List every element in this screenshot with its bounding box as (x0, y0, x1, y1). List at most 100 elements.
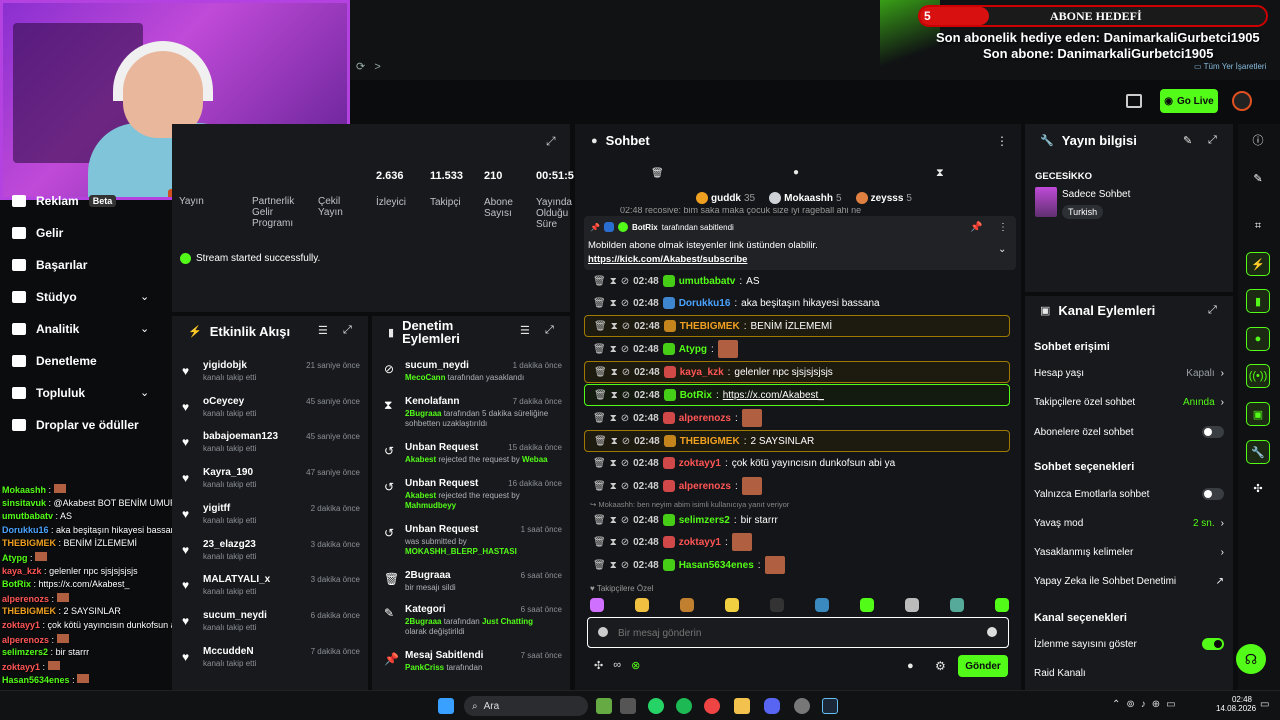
message-user[interactable]: selimzers2 (679, 515, 730, 526)
moderation-user[interactable]: Webaa (522, 455, 548, 464)
setting-row[interactable]: Raid Kanalı (1034, 668, 1224, 679)
message-link[interactable]: https://x.com/Akabest_ (723, 390, 824, 401)
windows-start-icon[interactable] (438, 698, 454, 714)
chevron-down-icon[interactable]: ⌄ (140, 386, 149, 399)
external-link-icon[interactable]: ↗ (1216, 576, 1224, 587)
emote-icon[interactable] (590, 598, 604, 612)
message-user[interactable]: alperenozs (679, 481, 731, 492)
trash-icon[interactable]: 🗑 (594, 436, 607, 447)
activity-item[interactable]: ♥ yigitff kanalı takip etti 2 dakika önce (180, 503, 366, 537)
top-gifter[interactable]: Mokaashh 5 (769, 192, 842, 204)
toggle-switch[interactable] (1202, 638, 1224, 650)
trash-icon[interactable]: 🗑 (594, 390, 607, 401)
ban-icon[interactable]: ⊘ (622, 390, 630, 401)
setting-control[interactable] (1202, 488, 1224, 500)
chat-message[interactable]: 🗑 ⧗ ⊘ 02:48 Dorukku16: aka beşitaşın hikayesi… (584, 292, 1010, 314)
moderation-user[interactable]: Akabest (405, 491, 436, 500)
sidebar-item-gelir[interactable]: Gelir (12, 222, 63, 244)
chat-bubble-icon[interactable]: ● (1246, 327, 1270, 351)
hourglass-icon[interactable]: ⧗ (610, 276, 617, 287)
toggle-switch[interactable] (1202, 488, 1224, 500)
trash-icon[interactable]: 🗑 (594, 321, 607, 332)
filter-icon[interactable]: ☰ (318, 324, 328, 337)
chat-message[interactable]: 🗑 ⧗ ⊘ 02:48 Atypg: (584, 338, 1010, 360)
discord-icon[interactable] (764, 698, 780, 714)
hourglass-icon[interactable]: ⧗ (611, 436, 618, 447)
chat-message[interactable]: 🗑 ⧗ ⊘ 02:48 zoktayy1: çok kötü yayıncısın dun… (584, 452, 1010, 474)
setting-row[interactable]: Hesap yaşı Kapalı › (1034, 368, 1224, 379)
ban-icon[interactable]: ⊘ (621, 560, 629, 571)
hourglass-icon[interactable]: ⧗ (610, 344, 617, 355)
emote-icon[interactable] (680, 598, 694, 612)
activity-item[interactable]: ♥ Kayra_190 kanalı takip etti 47 saniye önc… (180, 467, 366, 501)
wrench-icon[interactable]: 🔧 (1246, 440, 1270, 464)
ban-icon[interactable]: ⊘ (621, 515, 629, 526)
sidebar-item-denetleme[interactable]: Denetleme (12, 350, 97, 372)
setting-control[interactable]: Kapalı › (1186, 368, 1224, 379)
app-icon[interactable] (794, 698, 810, 714)
chevron-down-icon[interactable]: ⌄ (140, 290, 149, 303)
unpin-icon[interactable]: 📌 (970, 222, 982, 233)
go-live-button[interactable]: ◉ Go Live (1160, 89, 1218, 113)
moderation-user[interactable]: 2Bugraaa (405, 617, 441, 626)
widget-icon[interactable] (596, 698, 612, 714)
hourglass-icon[interactable]: ⧗ (611, 390, 618, 401)
emote-icon[interactable] (815, 598, 829, 612)
browser-nav-icons[interactable]: ⟳ > (356, 60, 381, 73)
emote-icon[interactable] (860, 598, 874, 612)
setting-control[interactable]: Anında › (1183, 397, 1224, 408)
emoji-icon[interactable] (987, 627, 997, 637)
moderation-user[interactable]: 2Bugraaa (405, 409, 441, 418)
expand-icon[interactable]: ⤢ (343, 324, 352, 337)
activity-item[interactable]: ♥ babajoeman123 kanalı takip etti 45 saniye… (180, 431, 366, 465)
send-button[interactable]: Gönder (958, 655, 1008, 677)
clip-icon[interactable] (1126, 94, 1142, 108)
hourglass-icon[interactable]: ⧗ (610, 458, 617, 469)
crop-icon[interactable]: ⌗ (1246, 214, 1270, 238)
chat-message[interactable]: 🗑 ⧗ ⊘ 02:48 kaya_kzk: gelenler npc sjsjsjsjsj… (584, 361, 1010, 383)
message-user[interactable]: alperenozs (679, 413, 731, 424)
top-gifter[interactable]: zeysss 5 (855, 192, 912, 204)
taskview-icon[interactable] (620, 698, 636, 714)
folder-icon[interactable] (734, 698, 750, 714)
link-icon[interactable]: ∞ (613, 659, 621, 672)
emote-icon[interactable] (995, 598, 1009, 612)
message-user[interactable]: BotRix (680, 390, 712, 401)
chat-message[interactable]: 🗑 ⧗ ⊘ 02:48 umutbabatv: AS (584, 270, 1010, 292)
trash-icon[interactable]: 🗑 (594, 367, 607, 378)
setting-row[interactable]: Takipçilere özel sohbet Anında › (1034, 397, 1224, 408)
toggle-switch[interactable] (1202, 426, 1224, 438)
setting-row[interactable]: Yasaklanmış kelimeler › (1034, 547, 1224, 558)
expand-icon[interactable]: ⤢ (546, 134, 556, 149)
sidebar-item-analitik[interactable]: Analitik (12, 318, 79, 340)
chat-message[interactable]: 🗑 ⧗ ⊘ 02:48 THEBIGMEK: BENİM İZLEMEMİ (584, 315, 1010, 337)
setting-control[interactable] (1202, 638, 1224, 650)
hourglass-icon[interactable]: ⧗ (611, 321, 618, 332)
activity-item[interactable]: ♥ MALATYALI_x kanalı takip etti 3 dakika ön… (180, 574, 366, 608)
chevron-down-icon[interactable]: ⌄ (998, 244, 1006, 255)
spotify-icon[interactable] (676, 698, 692, 714)
chevron-right-icon[interactable]: › (1221, 397, 1224, 408)
hourglass-icon[interactable]: ⧗ (611, 367, 618, 378)
message-user[interactable]: umutbabatv (679, 276, 736, 287)
ban-icon[interactable]: ⊘ (621, 537, 629, 548)
sidebar-item-droplar[interactable]: Droplar ve ödüller (12, 414, 139, 436)
hourglass-icon[interactable]: ⧗ (610, 481, 617, 492)
chevron-right-icon[interactable]: › (1221, 518, 1224, 529)
edit-icon[interactable]: ✎ (1183, 134, 1192, 147)
pencil-icon[interactable]: ✎ (1246, 166, 1270, 190)
whatsapp-icon[interactable] (648, 698, 664, 714)
setting-row[interactable]: Yavaş mod 2 sn. › (1034, 518, 1224, 529)
setting-control[interactable]: › (1221, 547, 1224, 558)
pinned-link[interactable]: https://kick.com/Akabest/subscribe (588, 254, 747, 265)
settings-gear-icon[interactable]: ⚙ (935, 659, 946, 673)
trash-icon[interactable]: 🗑 (593, 481, 606, 492)
sidebar-item-studyo[interactable]: Stüdyo (12, 286, 77, 308)
hourglass-icon[interactable]: ⧗ (610, 413, 617, 424)
ban-icon[interactable]: ⊘ (621, 481, 629, 492)
lightning-icon[interactable]: ⚡ (1246, 252, 1270, 276)
trash-icon[interactable]: 🗑 (593, 458, 606, 469)
setting-row[interactable]: Yapay Zeka ile Sohbet Denetimi ↗ (1034, 576, 1224, 587)
sidebar-item-basarilar[interactable]: Başarılar (12, 254, 87, 276)
hourglass-icon[interactable]: ⧗ (936, 167, 944, 180)
